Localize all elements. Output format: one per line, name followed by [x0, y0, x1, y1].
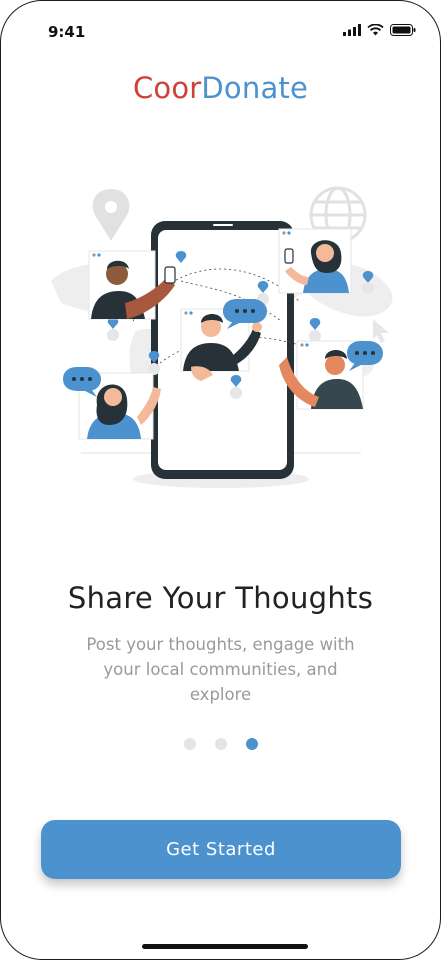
page-indicator — [1, 738, 440, 750]
video-card-woman-right — [278, 228, 352, 294]
phone-frame: 9:41 CoorDonate Share Your Thoughts Post… — [0, 0, 441, 960]
signal-icon — [343, 24, 361, 36]
onboarding-subtitle: Post your thoughts, engage with your loc… — [86, 635, 355, 704]
page-dot-2[interactable] — [214, 738, 227, 750]
status-bar: 9:41 — [1, 21, 440, 43]
battery-icon — [390, 24, 416, 36]
page-dot-1[interactable] — [183, 738, 196, 750]
logo-part-donate: Donate — [201, 71, 309, 105]
get-started-button[interactable]: Get Started — [41, 820, 401, 879]
location-pin-icon — [92, 189, 130, 241]
status-time: 9:41 — [48, 23, 86, 41]
app-logo: CoorDonate — [1, 71, 440, 105]
wifi-icon — [367, 24, 384, 36]
cursor-icon — [373, 319, 389, 343]
page-dot-3[interactable] — [245, 738, 258, 750]
onboarding-illustration — [51, 186, 393, 488]
home-indicator[interactable] — [142, 944, 308, 949]
status-icons — [343, 24, 416, 36]
onboarding-title: Share Your Thoughts — [67, 581, 374, 615]
logo-part-coor: Coor — [132, 71, 202, 105]
